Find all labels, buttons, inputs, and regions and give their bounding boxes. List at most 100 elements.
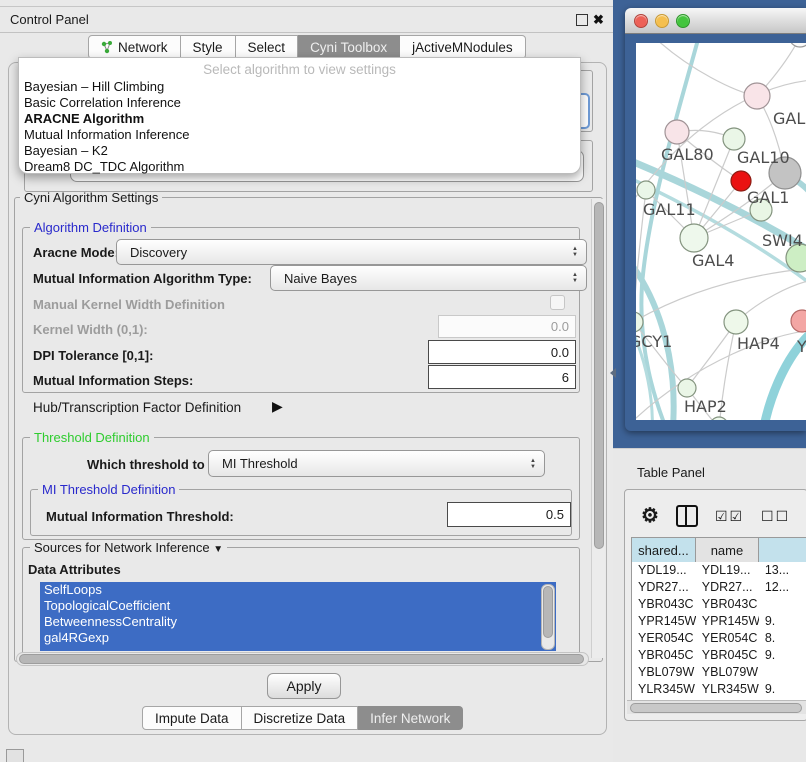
algorithm-option[interactable]: ARACNE Algorithm [19, 111, 580, 127]
table-cell: YBR045C [696, 647, 759, 664]
table-cell: YBR043C [632, 596, 696, 613]
kernel-width-field[interactable]: 0.0 [438, 315, 576, 338]
mac-minimize-button[interactable] [655, 14, 669, 28]
table-cell: 9. [759, 681, 806, 698]
which-threshold-value: MI Threshold [222, 456, 298, 471]
aracne-mode-combo[interactable]: Discovery [116, 239, 587, 265]
table-header-cell[interactable] [759, 538, 806, 562]
tab-jactivemnodules[interactable]: jActiveMNodules [400, 35, 526, 59]
sources-title[interactable]: Sources for Network Inference ▼ [30, 540, 227, 555]
apply-button[interactable]: Apply [267, 673, 341, 699]
table-cell [759, 664, 806, 681]
attributes-scrollbar[interactable] [541, 584, 555, 650]
close-icon[interactable]: ✖ [593, 15, 604, 25]
tab-style[interactable]: Style [181, 35, 236, 59]
table-row[interactable]: YDR27...YDR27...12... [632, 579, 806, 596]
clear-all-checkboxes-icon[interactable]: ☐☐ [761, 508, 790, 525]
panel-collapse-arrow-icon[interactable] [610, 368, 616, 378]
table-cell: YER054C [632, 630, 696, 647]
tab-select[interactable]: Select [236, 35, 299, 59]
network-node-label: HAP4 [737, 334, 780, 353]
settings-vertical-scrollbar[interactable] [591, 199, 605, 658]
table-row[interactable]: YER054CYER054C8. [632, 630, 806, 647]
table-header-cell[interactable]: name [696, 538, 759, 562]
table-hscroll-thumb[interactable] [630, 703, 802, 713]
network-canvas[interactable]: GALGAL80GAL10GAL1GAL11SWI4GAL4GCY1HAP4YH… [636, 43, 806, 420]
data-attributes-list[interactable]: SelfLoopsTopologicalCoefficientBetweenne… [40, 582, 556, 651]
network-node[interactable] [723, 128, 745, 150]
network-tab-icon [101, 41, 113, 54]
network-node[interactable] [710, 417, 728, 420]
algorithm-option[interactable]: Bayesian – Hill Climbing [19, 79, 580, 95]
control-panel-title: Control Panel [10, 12, 89, 27]
manual-kernel-width-label: Manual Kernel Width Definition [33, 297, 225, 312]
collapse-arrow-icon[interactable]: ▼ [213, 544, 223, 555]
network-node[interactable] [791, 310, 806, 332]
table-cell: YBR045C [632, 647, 696, 664]
select-all-checkboxes-icon[interactable]: ☑☑ [715, 508, 744, 525]
algorithm-option[interactable]: Bayesian – K2 [19, 143, 580, 159]
manual-kernel-width-checkbox[interactable] [550, 295, 565, 310]
data-attribute-item[interactable]: gal4RGexp [40, 630, 556, 646]
network-node[interactable] [665, 120, 689, 144]
which-threshold-combo[interactable]: MI Threshold [208, 450, 545, 477]
mi-threshold-field[interactable]: 0.5 [447, 502, 571, 527]
float-window-icon[interactable] [576, 14, 588, 26]
algorithm-option[interactable]: Dream8 DC_TDC Algorithm [19, 159, 580, 175]
table-row[interactable]: YDL19...YDL19...13... [632, 562, 806, 579]
network-node[interactable] [678, 379, 696, 397]
network-node[interactable] [789, 43, 806, 47]
network-window-titlebar[interactable] [625, 8, 806, 34]
data-attribute-item[interactable]: TopologicalCoefficient [40, 598, 556, 614]
node-table[interactable]: shared...name YDL19...YDL19...13...YDR27… [631, 537, 806, 701]
network-node[interactable] [724, 310, 748, 334]
tab-impute-data-label: Impute Data [155, 711, 229, 726]
mi-steps-value: 6 [562, 370, 569, 385]
data-attribute-item[interactable]: BetweennessCentrality [40, 614, 556, 630]
tab-network[interactable]: Network [88, 35, 181, 59]
table-row[interactable]: YLR345WYLR345W9. [632, 681, 806, 698]
table-cell: 12... [759, 579, 806, 596]
network-edge[interactable] [655, 43, 757, 96]
gear-icon[interactable]: ⚙ [641, 506, 659, 526]
expander-arrow-icon[interactable]: ▶ [272, 398, 283, 415]
table-cell: 13... [759, 562, 806, 579]
mi-threshold-label: Mutual Information Threshold: [46, 509, 234, 524]
table-row[interactable]: YBR045CYBR045C9. [632, 647, 806, 664]
table-horizontal-scrollbar[interactable] [627, 700, 806, 714]
data-attribute-item[interactable]: SelfLoops [40, 582, 556, 598]
hub-definition-expander-label[interactable]: Hub/Transcription Factor Definition [33, 400, 241, 415]
mi-steps-field[interactable]: 6 [428, 365, 576, 389]
tab-impute-data[interactable]: Impute Data [142, 706, 242, 730]
table-row[interactable]: YBR043CYBR043C [632, 596, 806, 613]
columns-icon[interactable] [676, 505, 698, 527]
network-node[interactable] [637, 181, 655, 199]
settings-horizontal-scrollbar[interactable] [16, 652, 589, 666]
network-node[interactable] [680, 224, 708, 252]
tab-discretize-data[interactable]: Discretize Data [242, 706, 359, 730]
network-node[interactable] [744, 83, 770, 109]
table-row[interactable]: YPR145WYPR145W9. [632, 613, 806, 630]
tab-network-label: Network [118, 40, 168, 55]
minimized-panel-grip[interactable] [6, 749, 24, 762]
algorithm-option[interactable]: Mutual Information Inference [19, 127, 580, 143]
table-header-cell[interactable]: shared... [632, 538, 696, 562]
network-node-label: SWI4 [762, 231, 803, 250]
algorithm-option[interactable]: Basic Correlation Inference [19, 95, 580, 111]
tab-cyni-toolbox[interactable]: Cyni Toolbox [298, 35, 400, 59]
network-edge[interactable] [636, 268, 806, 322]
dpi-tolerance-field[interactable]: 0.0 [428, 340, 576, 364]
table-row[interactable]: YBL079WYBL079W [632, 664, 806, 681]
combo-spinner-icon [572, 246, 578, 258]
attributes-scroll-thumb[interactable] [543, 586, 553, 638]
network-canvas-svg: GALGAL80GAL10GAL1GAL11SWI4GAL4GCY1HAP4YH… [636, 43, 806, 420]
network-node-label: GAL10 [737, 148, 790, 167]
tab-style-label: Style [193, 40, 223, 55]
settings-vscroll-thumb[interactable] [594, 202, 604, 549]
tab-infer-network[interactable]: Infer Network [358, 706, 463, 730]
network-node-label: GAL [773, 109, 805, 128]
mac-zoom-button[interactable] [676, 14, 690, 28]
settings-hscroll-thumb[interactable] [19, 654, 584, 664]
mi-algorithm-type-combo[interactable]: Naive Bayes [270, 265, 587, 291]
mac-close-button[interactable] [634, 14, 648, 28]
